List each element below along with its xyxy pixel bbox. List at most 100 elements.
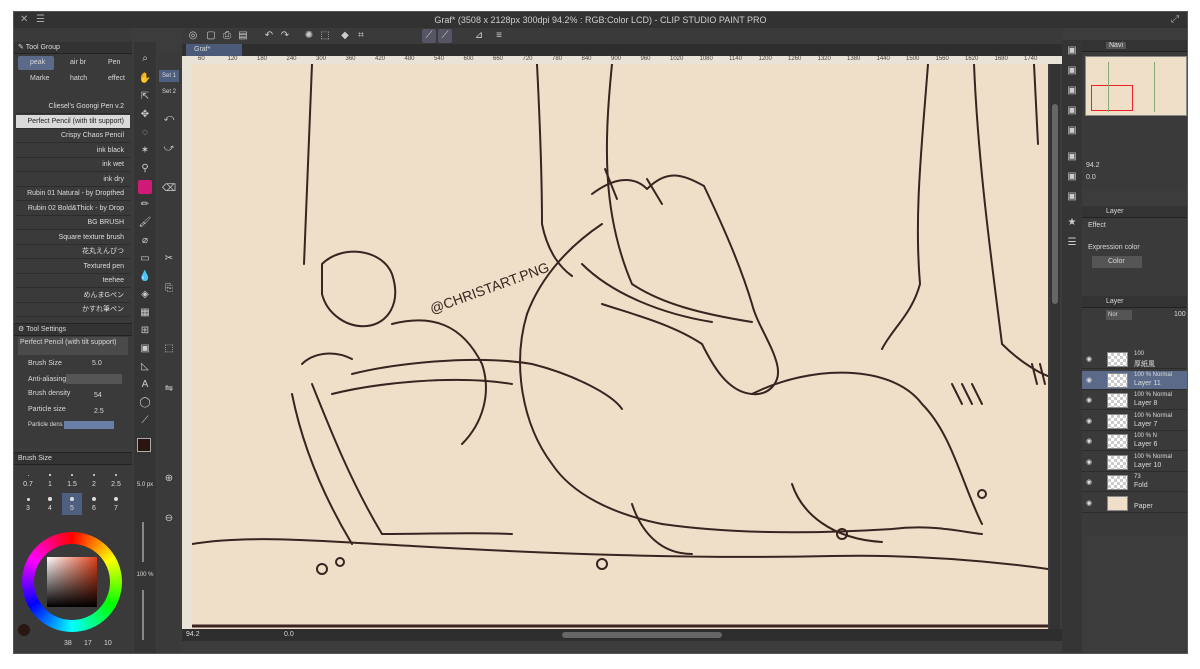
navigator-zoom[interactable]: 94.2	[1086, 162, 1100, 169]
airbrush-icon[interactable]: ⌀	[138, 234, 152, 248]
brush-item[interactable]: BG BRUSH	[16, 216, 130, 230]
status-angle[interactable]: 0.0	[284, 629, 294, 641]
current-brush-preview[interactable]: Perfect Pencil (with tilt support)	[18, 337, 128, 355]
horizontal-scrollbar[interactable]	[562, 632, 722, 638]
frame-icon[interactable]: ▣	[138, 342, 152, 356]
layer-row[interactable]: ◉ 73 Fold	[1082, 473, 1187, 492]
brush-item[interactable]: ink black	[16, 144, 130, 158]
gradient-icon[interactable]: ▦	[138, 306, 152, 320]
main-color-swatch[interactable]	[18, 624, 30, 636]
ruler-command-icon[interactable]: ≡	[492, 29, 506, 43]
layer-row[interactable]: ◉ 100 % Normal Layer 10	[1082, 453, 1187, 472]
layer-row[interactable]: ◉ Paper	[1082, 494, 1187, 513]
brush-item[interactable]: Rubin 01 Natural - by Dropthed	[16, 187, 130, 201]
brush-item[interactable]: Cliesel's Goongi Pen v.2	[16, 100, 130, 114]
artwork-canvas[interactable]: @CHRISTART.PNG	[192, 64, 1048, 629]
tab-hatch[interactable]: hatch	[56, 72, 92, 86]
canvas-area[interactable]: @CHRISTART.PNG	[192, 64, 1048, 629]
layer-property-icon[interactable]: ▣	[1065, 170, 1079, 184]
deselect-icon[interactable]: ⬚	[318, 29, 332, 43]
eraser-command-icon[interactable]: ⌫	[162, 182, 176, 196]
zoom-icon[interactable]: ⌕	[138, 52, 152, 66]
magic-wand-icon[interactable]: ✶	[138, 144, 152, 158]
balloon-icon[interactable]: ◯	[138, 396, 152, 410]
color-hue-ring[interactable]	[22, 532, 122, 632]
undo-icon[interactable]: ↶	[262, 29, 276, 43]
search-layer-icon[interactable]: ▣	[1065, 190, 1079, 204]
brush-item[interactable]: ink dry	[16, 173, 130, 187]
navigator-preview[interactable]	[1085, 56, 1187, 116]
brush-size-option[interactable]: 3	[18, 493, 38, 515]
status-zoom[interactable]: 94.2	[186, 629, 200, 641]
eye-icon[interactable]: ◉	[1086, 355, 1092, 363]
layer-opacity[interactable]: 100	[1174, 311, 1186, 318]
sub-view-icon[interactable]: ▣	[1065, 64, 1079, 78]
navigator-icon[interactable]: ▣	[1065, 44, 1079, 58]
crop-icon[interactable]: ⌗	[354, 29, 368, 43]
redo-icon[interactable]: ↷	[278, 29, 292, 43]
pencil-icon[interactable]: ✏	[138, 198, 152, 212]
set-1-button[interactable]: Set 1	[159, 70, 179, 82]
brush-item[interactable]: Textured pen	[16, 260, 130, 274]
eye-icon[interactable]: ◉	[1086, 437, 1092, 445]
eyedropper-icon[interactable]: ⚲	[138, 162, 152, 176]
snap-special-icon[interactable]: ⟋	[438, 29, 452, 43]
transform-icon[interactable]: ⬚	[162, 342, 176, 356]
zoom-in-icon[interactable]: ⊕	[162, 472, 176, 486]
command-icon-2[interactable]: ⤻	[162, 142, 176, 156]
brush-item[interactable]: teehee	[16, 274, 130, 288]
history-icon[interactable]: ▣	[1065, 124, 1079, 138]
eraser-icon[interactable]: ▭	[138, 252, 152, 266]
figure-icon[interactable]: ⊞	[138, 324, 152, 338]
hand-icon[interactable]: ✋	[138, 72, 152, 86]
favorite-icon[interactable]: ★	[1065, 216, 1079, 230]
brush-size-option[interactable]: 5	[62, 493, 82, 515]
move-icon[interactable]: ✥	[138, 108, 152, 122]
operation-icon[interactable]: ⇱	[138, 90, 152, 104]
blend-icon[interactable]: 💧	[138, 270, 152, 284]
size-slider[interactable]	[142, 522, 144, 562]
snap-ruler-icon[interactable]: ⟋	[422, 29, 436, 43]
save-icon[interactable]: ▤	[236, 29, 250, 43]
main-color-chip[interactable]	[137, 438, 151, 452]
brush-item[interactable]: Crispy Chaos Pencil	[16, 129, 130, 143]
layer-row[interactable]: ◉ 100 厚紙風	[1082, 350, 1187, 369]
copy-icon[interactable]: ⎘	[162, 282, 176, 296]
brush-item[interactable]: ink wet	[16, 158, 130, 172]
brush-size-value[interactable]: 5.0	[92, 360, 102, 367]
item-bank-icon[interactable]: ▣	[1065, 104, 1079, 118]
open-icon[interactable]: ⎙	[220, 29, 234, 43]
fill-icon[interactable]: ◈	[138, 288, 152, 302]
color-saturation-square[interactable]	[47, 557, 97, 607]
brush-size-option[interactable]: 6	[84, 493, 104, 515]
vertical-scrollbar[interactable]	[1052, 104, 1058, 304]
fullscreen-icon[interactable]: ⤢	[1171, 12, 1179, 28]
ruler-icon[interactable]: ◺	[138, 360, 152, 374]
eye-icon[interactable]: ◉	[1086, 417, 1092, 425]
brush-size-option[interactable]: 7	[106, 493, 126, 515]
layer-row[interactable]: ◉ 100 % Normal Layer 7	[1082, 412, 1187, 431]
tab-air-brush[interactable]: air br	[56, 56, 92, 70]
eye-icon[interactable]: ◉	[1086, 376, 1092, 384]
brush-size-option[interactable]: 1	[40, 469, 60, 491]
blend-mode-select[interactable]: Nor	[1106, 310, 1132, 320]
density-value[interactable]: 54	[94, 392, 102, 399]
command-icon-1[interactable]: ⤺	[162, 112, 176, 126]
opacity-slider[interactable]	[142, 590, 144, 640]
brush-item[interactable]: めんまGペン	[16, 289, 130, 303]
window-menu-icon[interactable]: ☰	[36, 12, 45, 28]
tab-pen[interactable]: Pen	[94, 56, 130, 70]
brush-item[interactable]: Perfect Pencil (with tilt support)	[16, 114, 130, 129]
particle-value[interactable]: 2.5	[94, 408, 104, 415]
correct-line-icon[interactable]: ⟋	[138, 414, 152, 428]
tab-peak[interactable]: peak	[18, 56, 54, 70]
new-file-icon[interactable]: ▢	[204, 29, 218, 43]
particle-density-slider[interactable]	[64, 421, 114, 429]
navigator-angle[interactable]: 0.0	[1086, 174, 1096, 181]
set-2-button[interactable]: Set 2	[159, 86, 179, 98]
lasso-icon[interactable]: ◌	[138, 126, 152, 140]
brush-item[interactable]: Rubin 02 Bold&Thick - by Drop	[16, 202, 130, 216]
navigator-tab[interactable]: Navi	[1106, 42, 1127, 49]
layer-row[interactable]: ◉ 100 % N Layer 6	[1082, 432, 1187, 451]
zoom-out-icon[interactable]: ⊖	[162, 512, 176, 526]
